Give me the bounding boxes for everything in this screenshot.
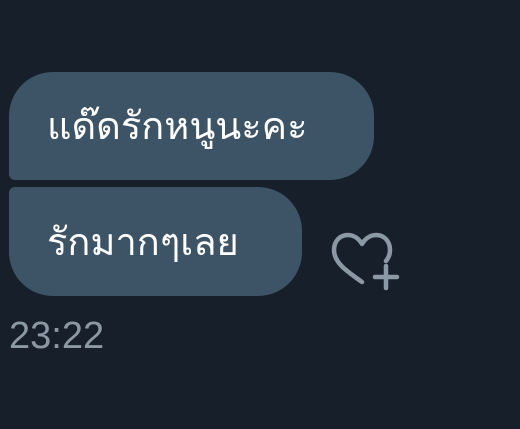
message-bubble[interactable]: แด๊ดรักหนูนะคะ [9,72,374,180]
message-text: แด๊ดรักหนูนะคะ [47,104,308,148]
message-timestamp: 23:22 [9,315,105,357]
message-bubble[interactable]: รักมากๆเลย [9,187,302,296]
heart-plus-icon [331,232,400,291]
message-thread: แด๊ดรักหนูนะคะ รักมากๆเลย 23:22 [0,0,520,429]
add-reaction-button[interactable] [328,230,404,292]
message-text: รักมากๆเลย [47,219,239,264]
